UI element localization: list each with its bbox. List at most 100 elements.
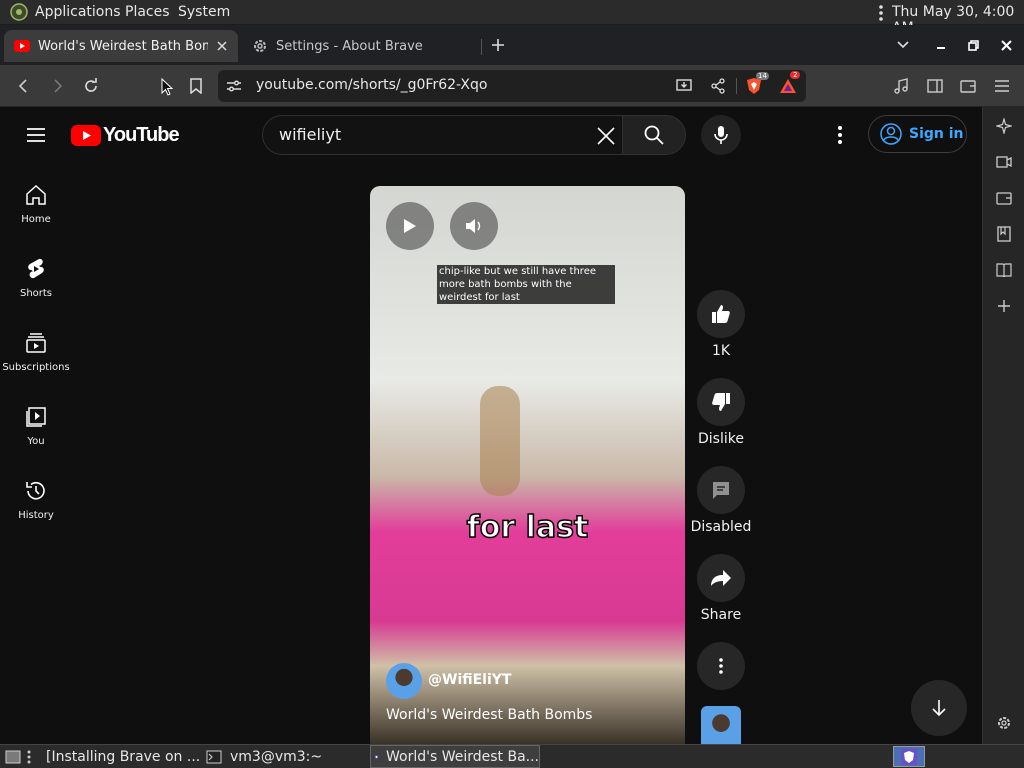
forward-arrow-icon[interactable]: [47, 76, 67, 96]
sidebar-bookmarks-icon[interactable]: [995, 225, 1013, 243]
guide-label: History: [18, 510, 54, 521]
more-actions-button[interactable]: [697, 642, 745, 690]
tab-close-icon[interactable]: [214, 38, 230, 54]
video-title[interactable]: World's Weirdest Bath Bombs: [386, 707, 592, 723]
site-info-icon[interactable]: [226, 78, 242, 94]
tab-separator: [481, 39, 482, 55]
caption-small: chip-like but we still have three more b…: [437, 265, 615, 304]
caption-large: for last: [466, 509, 589, 546]
more-actions[interactable]: [697, 642, 745, 690]
minimize-window-icon[interactable]: [932, 36, 950, 54]
youtube-favicon-icon: [14, 38, 30, 54]
gnome-foot-icon[interactable]: [10, 3, 28, 21]
comments-button[interactable]: [697, 466, 745, 514]
sound-thumbnail[interactable]: [701, 706, 741, 744]
tab-settings-about[interactable]: Settings - About Brave: [244, 30, 478, 62]
brave-sidebar: [982, 107, 1024, 744]
account-circle-icon: [880, 123, 902, 145]
volume-icon: [466, 219, 481, 233]
brave-talk-icon[interactable]: [995, 153, 1013, 171]
wallet-icon[interactable]: [958, 76, 978, 96]
url-text[interactable]: youtube.com/shorts/_g0Fr62-Xqo: [256, 77, 487, 93]
panel-kebab-icon[interactable]: [876, 4, 886, 22]
install-app-icon[interactable]: [675, 77, 693, 95]
dislike-label: Dislike: [698, 431, 744, 447]
hamburger-menu-icon[interactable]: [992, 76, 1012, 96]
guide-label: Shorts: [19, 288, 53, 299]
search-input[interactable]: wifieliyt: [279, 125, 341, 144]
vertical-dots-icon: [719, 658, 723, 674]
gear-icon: [252, 38, 268, 54]
restore-window-icon[interactable]: [964, 36, 982, 54]
share-nodes-icon[interactable]: [709, 77, 727, 95]
show-desktop-icon[interactable]: [4, 748, 22, 766]
music-note-icon[interactable]: [891, 76, 911, 96]
thumbs-up-icon: [712, 305, 730, 323]
clear-search-icon[interactable]: [595, 125, 617, 147]
share-action[interactable]: Share: [697, 554, 745, 623]
taskbar-item-installer[interactable]: [Installing Brave on ...: [36, 746, 200, 768]
play-button[interactable]: [386, 202, 434, 250]
taskbar-grip-icon: [26, 748, 32, 766]
workspace-switcher-icon[interactable]: [893, 746, 925, 767]
history-icon: [26, 481, 45, 500]
tab-title: Settings - About Brave: [276, 38, 423, 54]
guide-item-history[interactable]: History: [0, 479, 72, 529]
dislike-action[interactable]: Dislike: [697, 378, 745, 447]
sidebar-wallet-icon[interactable]: [995, 189, 1013, 207]
sidebar-settings-icon[interactable]: [995, 714, 1013, 732]
voice-search-button[interactable]: [701, 115, 741, 155]
microphone-icon: [714, 126, 728, 144]
like-button[interactable]: [697, 290, 745, 338]
mute-button[interactable]: [450, 202, 498, 250]
shields-count-badge: 14: [756, 72, 769, 80]
guide-item-shorts[interactable]: Shorts: [0, 257, 72, 307]
video-blur-overlay: [480, 386, 520, 496]
address-bar[interactable]: youtube.com/shorts/_g0Fr62-Xqo 14 2: [218, 70, 806, 102]
close-window-icon[interactable]: [997, 36, 1015, 54]
tab-search-chevron-icon[interactable]: [894, 36, 912, 54]
browser-tab-strip: World's Weirdest Bath Bomb Settings - Ab…: [0, 25, 1024, 65]
like-action[interactable]: 1K: [697, 290, 745, 359]
guide-item-subscriptions[interactable]: Subscriptions: [0, 331, 72, 381]
taskbar-item-brave[interactable]: World's Weirdest Ba...: [370, 745, 540, 768]
applications-menu[interactable]: Applications: [35, 4, 121, 20]
next-video-button[interactable]: [911, 680, 967, 736]
shorts-video-player[interactable]: chip-like but we still have three more b…: [370, 186, 685, 744]
reading-list-icon[interactable]: [995, 261, 1013, 279]
guide-label: You: [27, 436, 45, 447]
more-options-icon[interactable]: [828, 123, 852, 147]
sidebar-toggle-icon[interactable]: [925, 76, 945, 96]
guide-item-you[interactable]: You: [0, 405, 72, 455]
terminal-icon: [206, 750, 222, 764]
youtube-page: YouTube wifieliyt Sign in Home Shorts Su…: [0, 107, 982, 744]
reload-icon[interactable]: [80, 75, 102, 97]
bookmark-icon[interactable]: [186, 76, 206, 96]
channel-avatar[interactable]: [386, 663, 422, 699]
search-button[interactable]: [622, 115, 686, 155]
back-arrow-icon[interactable]: [14, 76, 34, 96]
channel-handle[interactable]: @WifiEliYT: [428, 672, 511, 688]
sign-in-label: Sign in: [909, 126, 964, 142]
search-box[interactable]: wifieliyt: [262, 115, 622, 155]
guide-menu-icon[interactable]: [24, 123, 48, 147]
leo-ai-icon[interactable]: [995, 117, 1013, 135]
arrow-down-icon: [932, 700, 946, 717]
brave-rewards-icon[interactable]: [778, 77, 798, 95]
taskbar-item-terminal[interactable]: vm3@vm3:~: [206, 746, 366, 768]
url-divider: [736, 78, 737, 94]
youtube-logo[interactable]: YouTube: [71, 123, 180, 147]
comments-action[interactable]: Disabled: [691, 466, 751, 535]
new-tab-plus-icon[interactable]: [488, 35, 508, 55]
tab-youtube-short[interactable]: World's Weirdest Bath Bomb: [4, 30, 238, 62]
places-menu[interactable]: Places: [125, 4, 170, 20]
guide-item-home[interactable]: Home: [0, 183, 72, 233]
add-sidebar-item-icon[interactable]: [995, 297, 1013, 315]
share-button[interactable]: [697, 554, 745, 602]
dislike-button[interactable]: [697, 378, 745, 426]
youtube-logo-text: YouTube: [103, 123, 180, 146]
sign-in-button[interactable]: Sign in: [868, 115, 967, 153]
guide-label: Subscriptions: [2, 362, 70, 373]
system-menu[interactable]: System: [178, 4, 230, 20]
taskbar-item-label: vm3@vm3:~: [230, 749, 323, 765]
